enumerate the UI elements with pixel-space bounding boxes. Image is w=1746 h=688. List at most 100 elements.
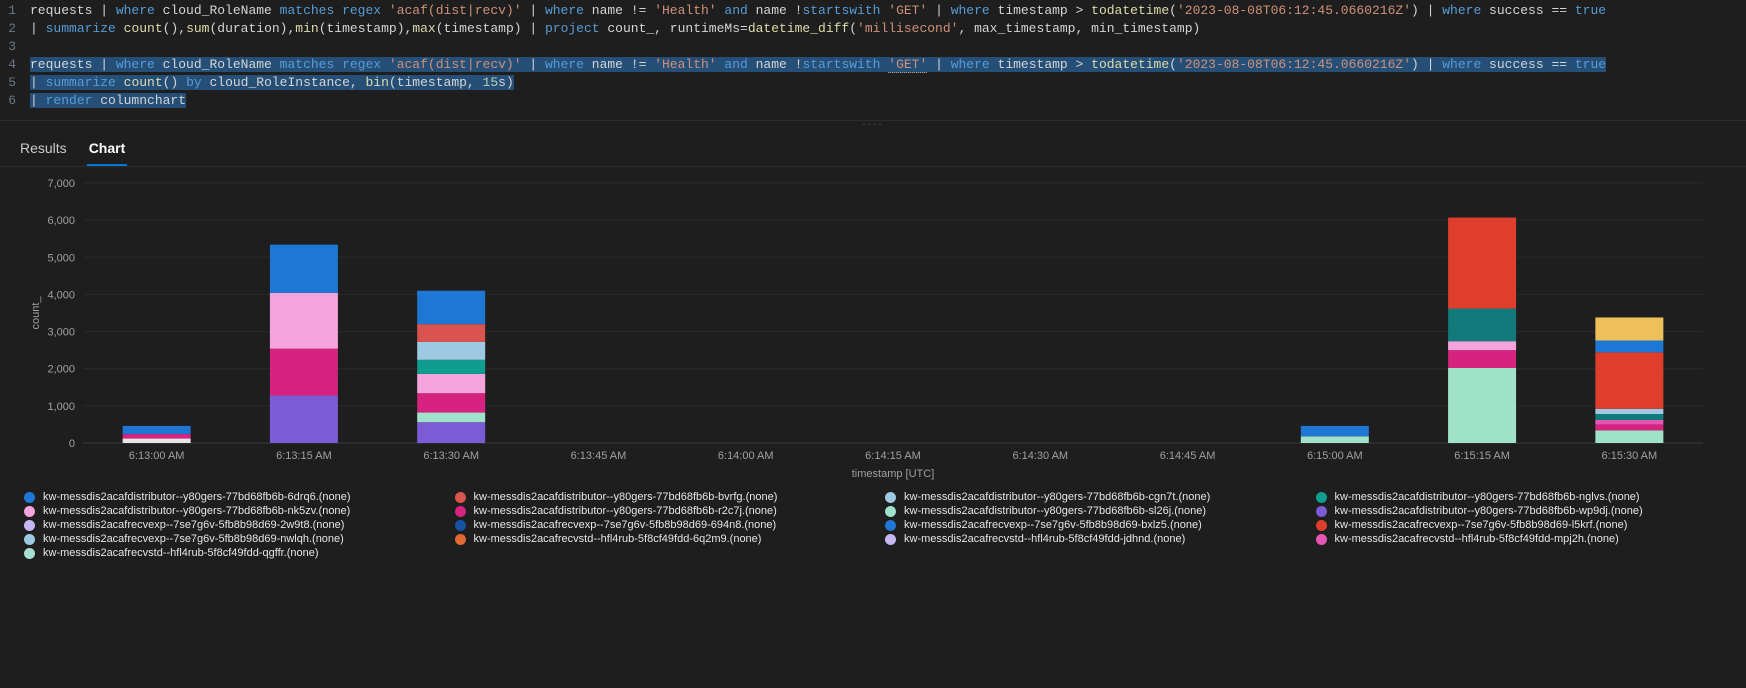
- legend-label: kw-messdis2acafdistributor--y80gers-77bd…: [474, 505, 777, 517]
- code-content[interactable]: | summarize count() by cloud_RoleInstanc…: [26, 74, 1746, 92]
- pane-splitter[interactable]: ····: [0, 120, 1746, 128]
- legend-label: kw-messdis2acafrecvexp--7se7g6v-5fb8b98d…: [1335, 519, 1628, 531]
- bar-segment[interactable]: [1595, 409, 1663, 414]
- legend-label: kw-messdis2acafrecvexp--7se7g6v-5fb8b98d…: [904, 519, 1202, 531]
- code-content[interactable]: requests | where cloud_RoleName matches …: [26, 2, 1746, 20]
- legend-swatch-icon: [455, 520, 466, 531]
- bar-segment[interactable]: [1595, 414, 1663, 420]
- svg-text:6:15:15 AM: 6:15:15 AM: [1454, 450, 1510, 462]
- legend-swatch-icon: [885, 534, 896, 545]
- bar-segment[interactable]: [270, 245, 338, 293]
- tab-results[interactable]: Results: [18, 136, 69, 166]
- editor-line[interactable]: 2| summarize count(),sum(duration),min(t…: [0, 20, 1746, 38]
- bar-segment[interactable]: [123, 434, 191, 438]
- legend-item[interactable]: kw-messdis2acafdistributor--y80gers-77bd…: [885, 505, 1298, 517]
- bar-segment[interactable]: [1595, 340, 1663, 352]
- legend-item[interactable]: kw-messdis2acafrecvexp--7se7g6v-5fb8b98d…: [24, 519, 437, 531]
- svg-text:1,000: 1,000: [47, 401, 75, 413]
- svg-text:2,000: 2,000: [47, 364, 75, 376]
- legend-item[interactable]: kw-messdis2acafrecvexp--7se7g6v-5fb8b98d…: [885, 519, 1298, 531]
- bar-segment[interactable]: [417, 413, 485, 423]
- legend-swatch-icon: [455, 506, 466, 517]
- legend-swatch-icon: [24, 492, 35, 503]
- legend-item[interactable]: kw-messdis2acafdistributor--y80gers-77bd…: [885, 491, 1298, 503]
- code-content[interactable]: requests | where cloud_RoleName matches …: [26, 56, 1746, 74]
- line-number: 1: [0, 2, 26, 20]
- legend-swatch-icon: [24, 506, 35, 517]
- bar-segment[interactable]: [1595, 424, 1663, 430]
- bar-segment[interactable]: [417, 291, 485, 324]
- legend-swatch-icon: [1316, 492, 1327, 503]
- legend-label: kw-messdis2acafrecvstd--hfl4rub-5f8cf49f…: [1335, 533, 1619, 545]
- legend-swatch-icon: [24, 534, 35, 545]
- bar-segment[interactable]: [417, 374, 485, 393]
- legend-swatch-icon: [885, 520, 896, 531]
- legend-label: kw-messdis2acafdistributor--y80gers-77bd…: [474, 491, 778, 503]
- legend-item[interactable]: kw-messdis2acafdistributor--y80gers-77bd…: [24, 505, 437, 517]
- bar-segment[interactable]: [270, 293, 338, 349]
- bar-segment[interactable]: [1448, 341, 1516, 350]
- legend-swatch-icon: [1316, 534, 1327, 545]
- editor-line[interactable]: 4requests | where cloud_RoleName matches…: [0, 56, 1746, 74]
- query-editor[interactable]: 1requests | where cloud_RoleName matches…: [0, 0, 1746, 120]
- legend-label: kw-messdis2acafdistributor--y80gers-77bd…: [43, 491, 351, 503]
- legend-item[interactable]: kw-messdis2acafrecvstd--hfl4rub-5f8cf49f…: [455, 533, 868, 545]
- legend-item[interactable]: kw-messdis2acafrecvexp--7se7g6v-5fb8b98d…: [1316, 519, 1729, 531]
- legend-swatch-icon: [455, 492, 466, 503]
- bar-segment[interactable]: [417, 422, 485, 443]
- legend-item[interactable]: kw-messdis2acafdistributor--y80gers-77bd…: [455, 505, 868, 517]
- editor-line[interactable]: 3: [0, 38, 1746, 56]
- svg-text:0: 0: [69, 438, 75, 450]
- bar-segment[interactable]: [1301, 436, 1369, 443]
- bar-segment[interactable]: [417, 393, 485, 412]
- svg-text:timestamp [UTC]: timestamp [UTC]: [852, 468, 935, 480]
- legend-label: kw-messdis2acafdistributor--y80gers-77bd…: [904, 505, 1206, 517]
- code-content[interactable]: | render columnchart: [26, 92, 1746, 110]
- legend-item[interactable]: kw-messdis2acafdistributor--y80gers-77bd…: [1316, 505, 1729, 517]
- line-number: 2: [0, 20, 26, 38]
- bar-segment[interactable]: [1595, 317, 1663, 340]
- legend-item[interactable]: kw-messdis2acafdistributor--y80gers-77bd…: [1316, 491, 1729, 503]
- editor-line[interactable]: 6| render columnchart: [0, 92, 1746, 110]
- svg-text:6:15:30 AM: 6:15:30 AM: [1602, 450, 1658, 462]
- bar-segment[interactable]: [417, 324, 485, 342]
- svg-text:6:14:00 AM: 6:14:00 AM: [718, 450, 774, 462]
- bar-segment[interactable]: [1595, 420, 1663, 424]
- bar-segment[interactable]: [417, 360, 485, 374]
- legend-label: kw-messdis2acafrecvexp--7se7g6v-5fb8b98d…: [43, 519, 344, 531]
- legend-item[interactable]: kw-messdis2acafrecvstd--hfl4rub-5f8cf49f…: [1316, 533, 1729, 545]
- bar-segment[interactable]: [417, 342, 485, 360]
- bar-segment[interactable]: [1448, 218, 1516, 309]
- legend-item[interactable]: kw-messdis2acafrecvexp--7se7g6v-5fb8b98d…: [24, 533, 437, 545]
- bar-segment[interactable]: [270, 349, 338, 396]
- legend-label: kw-messdis2acafdistributor--y80gers-77bd…: [1335, 491, 1640, 503]
- bar-segment[interactable]: [123, 426, 191, 434]
- legend-item[interactable]: kw-messdis2acafrecvstd--hfl4rub-5f8cf49f…: [24, 547, 437, 559]
- bar-segment[interactable]: [270, 395, 338, 443]
- editor-line[interactable]: 5| summarize count() by cloud_RoleInstan…: [0, 74, 1746, 92]
- bar-segment[interactable]: [123, 439, 191, 443]
- line-number: 5: [0, 74, 26, 92]
- legend-item[interactable]: kw-messdis2acafdistributor--y80gers-77bd…: [24, 491, 437, 503]
- result-tabs: Results Chart: [0, 128, 1746, 167]
- column-chart[interactable]: 01,0002,0003,0004,0005,0006,0007,0006:13…: [14, 173, 1732, 483]
- code-content[interactable]: | summarize count(),sum(duration),min(ti…: [26, 20, 1746, 38]
- legend-item[interactable]: kw-messdis2acafrecvstd--hfl4rub-5f8cf49f…: [885, 533, 1298, 545]
- editor-line[interactable]: 1requests | where cloud_RoleName matches…: [0, 2, 1746, 20]
- code-content[interactable]: [26, 38, 1746, 56]
- legend-item[interactable]: kw-messdis2acafrecvexp--7se7g6v-5fb8b98d…: [455, 519, 868, 531]
- legend-label: kw-messdis2acafdistributor--y80gers-77bd…: [904, 491, 1210, 503]
- bar-segment[interactable]: [1448, 309, 1516, 342]
- legend-label: kw-messdis2acafrecvstd--hfl4rub-5f8cf49f…: [43, 547, 319, 559]
- svg-text:6:13:30 AM: 6:13:30 AM: [423, 450, 479, 462]
- bar-segment[interactable]: [1595, 430, 1663, 443]
- svg-text:3,000: 3,000: [47, 327, 75, 339]
- bar-segment[interactable]: [1448, 368, 1516, 443]
- tab-chart[interactable]: Chart: [87, 136, 128, 166]
- bar-segment[interactable]: [1595, 352, 1663, 408]
- legend-item[interactable]: kw-messdis2acafdistributor--y80gers-77bd…: [455, 491, 868, 503]
- svg-text:6,000: 6,000: [47, 215, 75, 227]
- bar-segment[interactable]: [1448, 350, 1516, 368]
- bar-segment[interactable]: [1301, 426, 1369, 436]
- svg-text:6:15:00 AM: 6:15:00 AM: [1307, 450, 1363, 462]
